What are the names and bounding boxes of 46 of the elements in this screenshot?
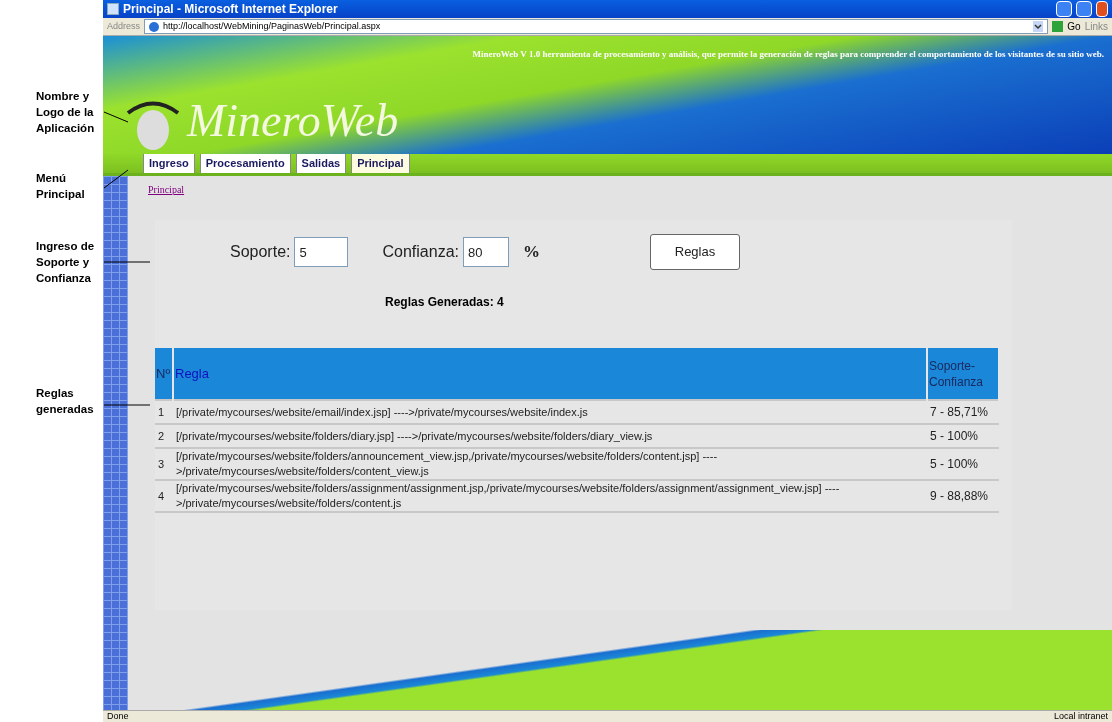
breadcrumb-link[interactable]: Principal	[148, 184, 185, 195]
table-cell: [/private/mycourses/website/email/index.jsp] ---->/private/mycourses/website/index.js	[173, 400, 927, 424]
annotation-label: Menú Principal	[36, 171, 86, 202]
percent-sign: %	[523, 241, 540, 264]
table-cell: 9 - 88,88%	[927, 480, 999, 512]
column-header: Soporte-Confianza	[927, 348, 999, 400]
dropdown-icon[interactable]	[1033, 21, 1044, 32]
table-cell: [/private/mycourses/website/folders/assignment/assignment.jsp,/private/mycourses/website/folders/assignment/assignment_view.jsp] ---->/private/mycourses/website/folders/content.js	[173, 480, 927, 512]
confianza-label: Confianza:	[382, 242, 459, 262]
leader-line	[104, 404, 150, 406]
menu-tab[interactable]: Salidas	[295, 153, 347, 173]
soporte-field[interactable]: 5	[294, 237, 349, 267]
restore-button[interactable]	[1076, 1, 1092, 17]
minimize-button[interactable]	[1056, 1, 1072, 17]
confianza-field[interactable]: 80	[463, 237, 509, 267]
status-text: Done	[107, 709, 129, 722]
annotation-label: Nombre y Logo de la Aplicación	[36, 89, 96, 136]
soporte-label: Soporte:	[230, 242, 291, 262]
window-title: Principal - Microsoft Internet Explorer	[123, 1, 339, 18]
annotation-label: Reglas generadas	[36, 386, 95, 417]
annotation-label: Ingreso de Soporte y Confianza	[36, 239, 96, 286]
table-cell: 4	[155, 480, 173, 512]
column-header: Regla	[173, 348, 927, 400]
go-button[interactable]: Go	[1052, 19, 1081, 34]
leader-line	[104, 111, 128, 123]
table-cell: [/private/mycourses/website/folders/announcement_view.jsp,/private/mycourses/website/folders/content.jsp] ---->/private/mycourses/website/folders/content_view.js	[173, 448, 927, 480]
table-cell: 5 - 100%	[927, 448, 999, 480]
column-header: Nº	[155, 348, 173, 400]
menu-tab[interactable]: Ingreso	[143, 153, 195, 173]
close-button[interactable]	[1096, 1, 1108, 17]
table-cell: [/private/mycourses/website/folders/diary.jsp] ---->/private/mycourses/website/folders/diary_view.js	[173, 424, 927, 448]
zone-status: Local intranet	[1053, 709, 1108, 722]
table-cell: 2	[155, 424, 173, 448]
address-field[interactable]: http://localhost/WebMining/PaginasWeb/Principal.aspx	[144, 19, 1049, 34]
table-cell: 3	[155, 448, 173, 480]
table-cell: 1	[155, 400, 173, 424]
menu-tab[interactable]: Principal	[351, 153, 410, 173]
rules-count: Reglas Generadas: 4	[385, 294, 504, 311]
table-cell: 7 - 85,71%	[927, 400, 999, 424]
reglas-button[interactable]: Reglas	[650, 234, 740, 270]
address-label: Address	[107, 19, 141, 33]
leader-line	[104, 261, 150, 263]
app-logo: MineroWeb	[187, 98, 399, 144]
menu-tab[interactable]: Procesamiento	[199, 153, 291, 173]
table-cell: 5 - 100%	[927, 424, 999, 448]
leader-line	[104, 169, 128, 189]
